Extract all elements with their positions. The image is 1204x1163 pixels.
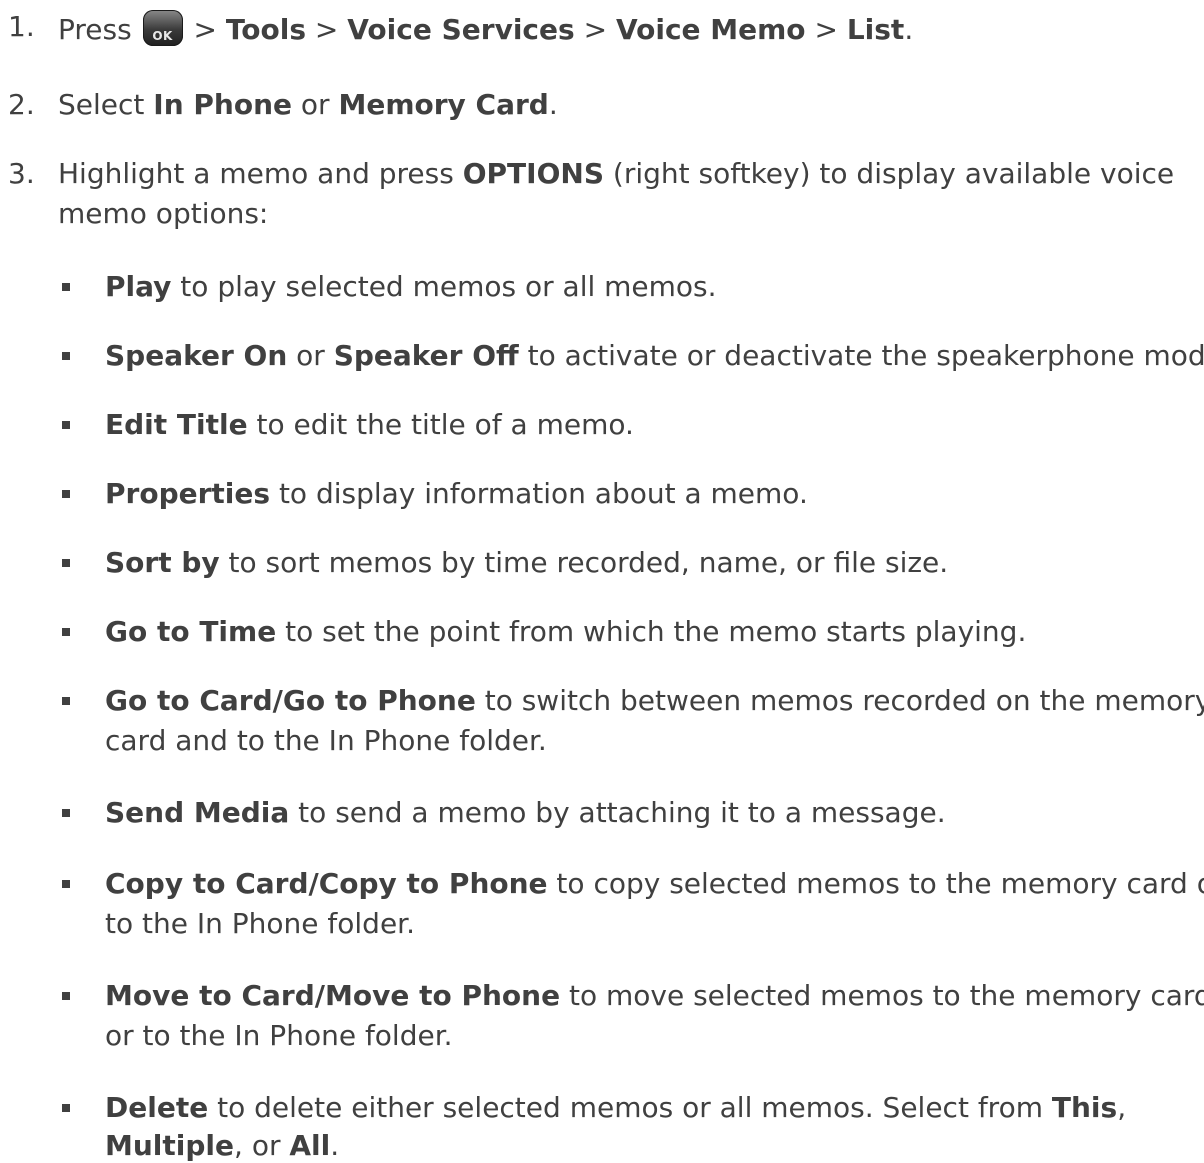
ok-key-icon: OK <box>142 10 183 46</box>
bullet-icon <box>62 559 70 567</box>
step-text: or <box>300 88 330 121</box>
option-memory-card: Memory Card <box>338 88 549 121</box>
step-text: (right softkey) to display available voi… <box>612 157 1175 190</box>
bullet-icon <box>62 283 70 291</box>
step-number: 2. <box>8 88 35 121</box>
softkey-options: OPTIONS <box>462 157 604 190</box>
bullet-icon <box>62 628 70 636</box>
bullet-icon <box>62 421 70 429</box>
period: . <box>904 13 914 46</box>
bullet-icon <box>62 992 70 1000</box>
separator: > <box>583 13 608 46</box>
step-text: Select <box>58 88 145 121</box>
separator: > <box>814 13 838 46</box>
menu-voice-memo: Voice Memo <box>615 13 806 46</box>
step-text: Highlight a memo and press <box>58 157 454 190</box>
menu-list: List <box>846 13 905 46</box>
period: . <box>548 88 558 121</box>
bullet-icon <box>62 697 70 705</box>
step-number: 1. <box>8 10 35 43</box>
separator: > <box>193 13 217 46</box>
bullet-icon <box>62 1104 70 1112</box>
ok-key-label: OK <box>152 29 173 43</box>
bullet-icon <box>62 352 70 360</box>
bullet-icon <box>62 880 70 888</box>
step-number: 3. <box>8 157 35 190</box>
menu-tools: Tools <box>225 13 307 46</box>
separator: > <box>314 13 339 46</box>
step-text: Press <box>58 13 132 46</box>
bullet-icon <box>62 809 70 817</box>
bullet-icon <box>62 490 70 498</box>
menu-voice-services: Voice Services <box>347 13 575 46</box>
option-in-phone: In Phone <box>153 88 293 121</box>
